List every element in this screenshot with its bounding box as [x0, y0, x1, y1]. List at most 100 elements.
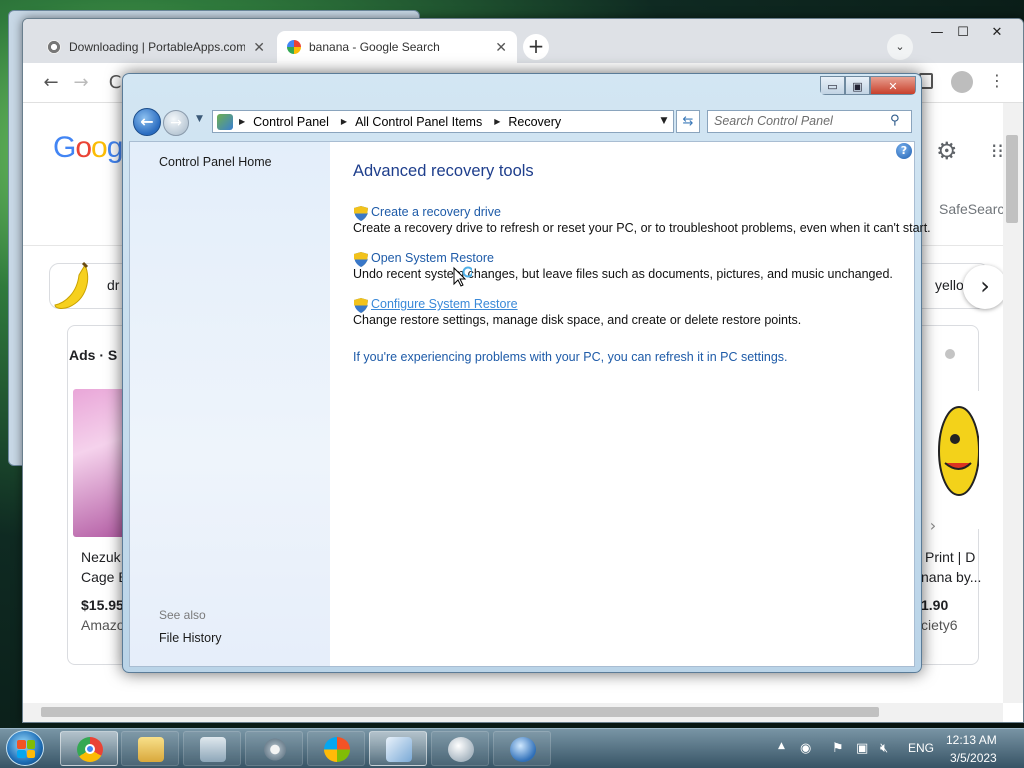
minimize-button[interactable]: — [923, 23, 951, 43]
chip-label[interactable]: yello [935, 277, 964, 293]
new-tab-button[interactable]: + [523, 34, 549, 60]
taskbar-task-manager[interactable] [183, 731, 241, 766]
apps-grid-icon[interactable]: ⁝⁝ [991, 139, 1004, 163]
action-center-flag-icon[interactable]: ⚑ [832, 741, 844, 756]
uac-shield-icon [354, 298, 368, 313]
profile-avatar[interactable] [951, 71, 973, 93]
product-title[interactable]: nana by... [921, 569, 981, 585]
kebab-menu-icon[interactable]: ⋮ [989, 71, 1005, 90]
breadcrumb-all-items[interactable]: All Control Panel Items [349, 115, 488, 129]
product-title[interactable]: Print | D [925, 549, 975, 565]
logo-letter: G [53, 131, 76, 164]
tool-description: Undo recent system changes, but leave fi… [353, 267, 893, 281]
portableapps-icon [448, 737, 474, 762]
tray-app-icon[interactable]: ◉ [800, 741, 811, 756]
create-recovery-drive-link[interactable]: Create a recovery drive [371, 205, 501, 219]
banana-thumbnail[interactable] [51, 261, 95, 313]
taskbar-control-panel[interactable] [369, 731, 427, 766]
horizontal-scrollbar-thumb[interactable] [41, 707, 879, 717]
cp-address-bar[interactable]: ▶ Control Panel ▶ All Control Panel Item… [212, 110, 674, 133]
ads-info-icon[interactable] [945, 349, 955, 359]
cp-window-controls: ▭ ▣ ✕ [820, 76, 916, 95]
cp-minimize-button[interactable]: ▭ [820, 76, 845, 95]
product-store: Amazo [81, 617, 125, 633]
cp-refresh-button[interactable]: ⇆ [676, 110, 700, 133]
clock-time[interactable]: 12:13 AM [946, 733, 997, 747]
cp-close-button[interactable]: ✕ [870, 76, 916, 95]
product-image[interactable] [921, 391, 979, 529]
settings-gear-icon[interactable]: ⚙ [936, 137, 958, 165]
tool-description: Create a recovery drive to refresh or re… [353, 221, 931, 235]
windows-logo-icon [17, 740, 35, 758]
start-button[interactable] [6, 730, 44, 766]
file-explorer-icon [138, 737, 164, 762]
help-icon[interactable]: ? [896, 143, 912, 159]
tab-portableapps[interactable]: Downloading | PortableApps.com ✕ [37, 31, 275, 63]
breadcrumb-separator-icon[interactable]: ▶ [335, 117, 349, 126]
cp-search-input[interactable]: Search Control Panel [707, 110, 912, 133]
cp-back-button[interactable]: ← [133, 108, 161, 136]
breadcrumb-recovery[interactable]: Recovery [502, 115, 567, 129]
taskbar-windows-update[interactable] [307, 731, 365, 766]
settings-gear-icon [262, 737, 288, 762]
cp-sidebar [130, 142, 330, 666]
search-icon[interactable]: ⚲ [890, 113, 900, 128]
logo-letter: o [75, 131, 92, 164]
page-title: Advanced recovery tools [353, 162, 534, 180]
chips-next-button[interactable]: › [963, 265, 1007, 309]
clock-date[interactable]: 3/5/2023 [950, 751, 997, 765]
uac-shield-icon [354, 252, 368, 267]
refresh-pc-settings-link[interactable]: If you're experiencing problems with you… [353, 350, 788, 364]
taskbar-file-explorer[interactable] [121, 731, 179, 766]
breadcrumb-control-panel[interactable]: Control Panel [247, 115, 335, 129]
cp-forward-button[interactable]: → [163, 110, 189, 136]
logo-letter: g [106, 131, 124, 164]
chip-label[interactable]: dr [107, 277, 119, 293]
close-button[interactable]: ✕ [983, 23, 1011, 43]
tab-label: Downloading | PortableApps.com [69, 40, 246, 54]
product-title[interactable]: Nezuk [81, 549, 121, 565]
tab-search-button[interactable]: ⌄ [887, 34, 913, 60]
maximize-button[interactable]: ☐ [949, 23, 977, 43]
product-price: $15.95 [81, 597, 124, 613]
network-globe-icon [510, 737, 536, 762]
taskbar-portableapps[interactable] [431, 731, 489, 766]
product-image[interactable] [73, 389, 125, 537]
windows-update-icon [324, 737, 350, 762]
taskbar-network[interactable] [493, 731, 551, 766]
open-system-restore-link[interactable]: Open System Restore [371, 251, 494, 265]
input-language[interactable]: ENG [908, 741, 934, 755]
product-title[interactable]: Cage B [81, 569, 128, 585]
google-logo[interactable]: Goog [53, 131, 124, 165]
ads-label: Ads · S [69, 347, 118, 363]
network-icon[interactable]: ▣ [856, 741, 868, 756]
back-button[interactable]: ← [39, 71, 63, 95]
control-panel-icon [386, 737, 412, 762]
cp-maximize-button[interactable]: ▣ [845, 76, 870, 95]
product-price: 1.90 [921, 597, 949, 613]
breadcrumb-separator-icon[interactable]: ▶ [488, 117, 502, 126]
control-panel-icon [217, 113, 233, 130]
sidebar-file-history[interactable]: File History [159, 631, 222, 645]
tool-description: Change restore settings, manage disk spa… [353, 313, 802, 327]
recent-locations-chevron-icon[interactable]: ▼ [196, 114, 203, 124]
breadcrumb-separator-icon[interactable]: ▶ [233, 117, 247, 126]
volume-muted-icon[interactable]: 🔇︎ [880, 741, 888, 756]
vertical-scrollbar-thumb[interactable] [1006, 135, 1018, 223]
address-dropdown-icon[interactable]: ▼ [655, 111, 673, 132]
tab-close-icon[interactable]: ✕ [253, 39, 265, 56]
tab-close-icon[interactable]: ✕ [495, 39, 507, 56]
taskbar-chrome[interactable] [60, 731, 118, 766]
safesearch-label[interactable]: SafeSearch [939, 201, 1012, 217]
tab-google-search[interactable]: banana - Google Search ✕ [277, 31, 517, 63]
chrome-icon-center [85, 744, 95, 754]
uac-shield-icon [354, 206, 368, 221]
google-favicon-icon [287, 40, 301, 54]
carousel-next-icon[interactable]: › [921, 515, 945, 539]
configure-system-restore-link[interactable]: Configure System Restore [371, 297, 518, 311]
sidebar-control-panel-home[interactable]: Control Panel Home [159, 155, 272, 169]
product-store: ciety6 [921, 617, 958, 633]
taskbar-settings[interactable] [245, 731, 303, 766]
forward-button[interactable]: → [69, 71, 93, 95]
show-hidden-icons-icon[interactable]: ▲ [778, 741, 785, 751]
